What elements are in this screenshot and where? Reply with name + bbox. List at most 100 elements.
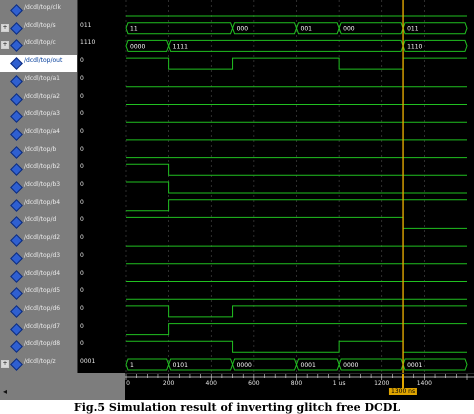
waveform-canvas[interactable]: 11 000 001 000 011 0000 1111 1110 1 0101 0000 0001 0…	[125, 0, 474, 373]
signal-value-cell: 0	[78, 179, 126, 196]
signal-diamond-icon	[10, 216, 23, 230]
signal-name-label: /dcdl/top/d4	[24, 269, 61, 277]
bus-value-label: 000	[343, 26, 355, 33]
scroll-left-icon[interactable]: ◂	[3, 387, 7, 396]
signal-name-cell[interactable]: + /dcdl/top/c	[0, 37, 77, 54]
signal-diamond-icon	[10, 110, 23, 124]
signal-diamond-icon	[10, 39, 23, 53]
signal-name-label: /dcdl/top/z	[24, 358, 56, 365]
signal-name-cell[interactable]: /dcdl/top/b	[0, 144, 77, 161]
signal-value-cell: 0	[78, 55, 126, 72]
signal-name-label: /dcdl/top/a1	[24, 74, 60, 82]
signal-name-cell[interactable]: /dcdl/top/d5	[0, 285, 77, 302]
signal-diamond-icon	[10, 145, 23, 159]
signal-name-label: /dcdl/top/a2	[24, 92, 60, 100]
signal-name-cell[interactable]: /dcdl/top/a4	[0, 126, 77, 143]
signal-name-label: /dcdl/top/b	[24, 145, 57, 153]
signal-name-cell[interactable]: /dcdl/top/d4	[0, 268, 77, 285]
signal-value-label: 0	[80, 57, 84, 65]
bus-value-label: 001	[301, 26, 313, 33]
signal-value-label: 0	[80, 251, 84, 259]
signal-diamond-icon	[10, 340, 23, 354]
signal-value-cell	[78, 2, 126, 19]
signal-value-cell: 0	[78, 144, 126, 161]
signal-name-cell[interactable]: /dcdl/top/d8	[0, 338, 77, 355]
waveform-pane[interactable]: 11 000 001 000 011 0000 1111 1110 1 0101 0000 0001 0…	[125, 0, 474, 373]
left-footer: ◂	[0, 373, 125, 400]
signal-name-cell[interactable]: /dcdl/top/d3	[0, 250, 77, 267]
signal-value-cell: 0	[78, 268, 126, 285]
signal-value-cell: 0	[78, 91, 126, 108]
signal-name-label: /dcdl/top/a4	[24, 127, 60, 135]
signal-value-cell: 0	[78, 338, 126, 355]
signal-value-pane: 011 1110 0 0 0 0 0 0 0 0 0 0 0 0 0 0 0 0 0 0001	[77, 0, 126, 373]
bus-value-label: 1111	[173, 43, 188, 50]
signal-name-label: /dcdl/top/d3	[24, 251, 61, 259]
signal-value-label: 0	[80, 340, 84, 348]
ruler-tick-label: 800	[290, 380, 303, 387]
signal-diamond-icon	[10, 251, 23, 265]
signal-name-label: /dcdl/top/b4	[24, 198, 61, 206]
signal-value-label: 0	[80, 269, 84, 277]
signal-name-label: /dcdl/top/d2	[24, 234, 61, 242]
signal-value-cell: 1110	[78, 37, 126, 54]
signal-value-label: 0	[80, 163, 84, 171]
signal-value-cell: 0	[78, 250, 126, 267]
signal-diamond-icon	[10, 322, 23, 336]
expand-icon[interactable]: +	[1, 360, 9, 368]
expand-icon[interactable]: +	[1, 41, 9, 50]
signal-diamond-icon	[10, 128, 23, 141]
signal-name-cell[interactable]: /dcdl/top/b4	[0, 197, 77, 214]
signal-diamond-icon	[10, 74, 23, 88]
signal-value-cell: 0	[78, 321, 126, 338]
signal-diamond-icon	[10, 181, 23, 194]
signal-value-cell: 011	[78, 20, 126, 37]
signal-diamond-icon	[10, 92, 23, 106]
signal-name-cell[interactable]: /dcdl/top/a3	[0, 108, 77, 125]
signal-value-label: 0001	[80, 358, 96, 365]
time-ruler[interactable]: 0 200 400 600 800 1 us 1200 1400 1300 ns	[125, 373, 474, 400]
signal-name-cell[interactable]: /dcdl/top/out	[0, 55, 77, 73]
signal-value-cell: 0	[78, 126, 126, 143]
signal-name-cell[interactable]: /dcdl/top/d6	[0, 303, 77, 320]
bus-value-label: 1	[130, 362, 134, 369]
ruler-tick-label: 0	[126, 380, 130, 387]
signal-name-cell[interactable]: /dcdl/top/b3	[0, 179, 77, 196]
signal-name-cell[interactable]: /dcdl/top/a1	[0, 73, 77, 90]
signal-value-cell: 0001	[78, 356, 126, 373]
signal-name-cell[interactable]: /dcdl/top/d7	[0, 321, 77, 338]
signal-name-cell[interactable]: + /dcdl/top/s	[0, 20, 77, 37]
signal-diamond-icon	[10, 287, 23, 301]
signal-value-label: 0	[80, 145, 84, 153]
expand-icon[interactable]: +	[1, 23, 9, 32]
ruler-tick-label: 600	[248, 380, 260, 387]
signal-diamond-icon	[10, 269, 23, 283]
signal-value-cell: 0	[78, 197, 126, 214]
figure-caption: Fig.5 Simulation result of inverting gli…	[73, 401, 401, 414]
signal-name-label: /dcdl/top/c	[24, 39, 56, 47]
signal-value-cell: 0	[78, 285, 126, 302]
bus-value-label: 0001	[407, 362, 422, 369]
signal-name-cell[interactable]: /dcdl/top/a2	[0, 91, 77, 108]
bus-value-label: 0000	[343, 362, 358, 369]
cursor-time-readout[interactable]: 1300 ns	[389, 388, 418, 395]
signal-value-label: 011	[80, 21, 92, 29]
signal-name-cell[interactable]: /dcdl/top/b2	[0, 161, 77, 178]
signal-diamond-icon	[10, 234, 23, 247]
bus-segment	[125, 22, 234, 35]
signal-value-label: 0	[80, 216, 84, 224]
signal-name-cell[interactable]: + /dcdl/top/z	[0, 356, 77, 373]
ruler-tick-label: 1200	[374, 380, 390, 387]
bus-value-label: 011	[407, 26, 419, 33]
signal-name-label: /dcdl/top/d8	[24, 340, 61, 348]
signal-diamond-icon	[10, 21, 23, 35]
signal-diamond-icon	[10, 4, 23, 17]
bus-value-label: 1110	[407, 43, 422, 50]
signal-value-cell: 0	[78, 161, 126, 178]
ruler-tick-label: 200	[162, 380, 175, 387]
signal-name-cell[interactable]: /dcdl/top/clk	[0, 2, 77, 19]
signal-name-cell[interactable]: /dcdl/top/d	[0, 214, 77, 231]
signal-name-cell[interactable]: /dcdl/top/d2	[0, 232, 77, 249]
bus-value-label: 0001	[301, 362, 316, 369]
signal-name-label: /dcdl/top/clk	[24, 4, 61, 11]
